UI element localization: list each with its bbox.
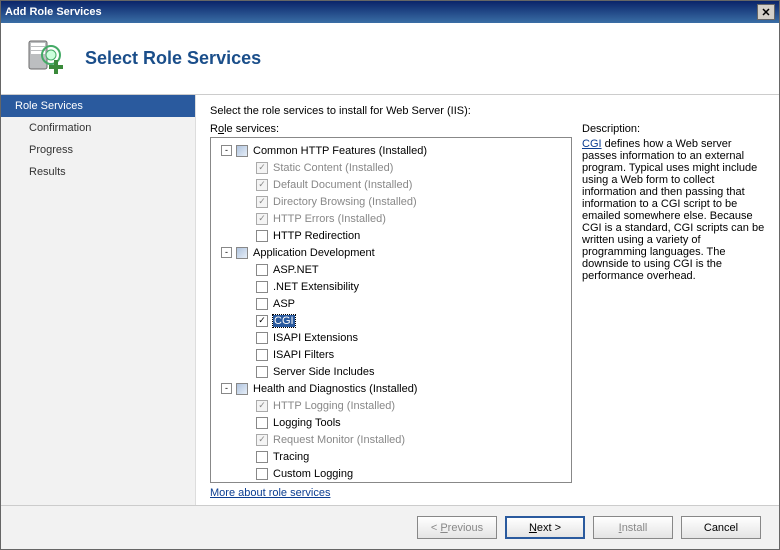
tree-node-label: Tracing [273, 451, 309, 463]
wizard-footer: < Previous Next > Install Cancel [1, 505, 779, 549]
title-bar: Add Role Services ✕ [1, 1, 779, 23]
tree-label: Role services: [210, 123, 572, 135]
cancel-button[interactable]: Cancel [681, 516, 761, 539]
tree-node-label: HTTP Errors (Installed) [273, 213, 386, 225]
tree-node[interactable]: ISAPI Extensions [213, 329, 569, 346]
tree-node-label: ASP.NET [273, 264, 319, 276]
tree-node-label: .NET Extensibility [273, 281, 359, 293]
checkbox[interactable] [236, 145, 248, 157]
previous-button: < Previous [417, 516, 497, 539]
checkbox [256, 434, 268, 446]
tree-node-label: ISAPI Extensions [273, 332, 358, 344]
tree-panel: Role services: - Common HTTP Features (In… [210, 123, 572, 499]
sidebar-item-progress[interactable]: Progress [1, 139, 195, 161]
role-services-tree[interactable]: - Common HTTP Features (Installed) Static … [210, 137, 572, 483]
tree-node-label: Default Document (Installed) [273, 179, 412, 191]
tree-node-label: Custom Logging [273, 468, 353, 480]
tree-node-label: Application Development [253, 247, 375, 259]
sidebar-item-role-services[interactable]: Role Services [1, 95, 195, 117]
checkbox[interactable] [256, 349, 268, 361]
tree-node[interactable]: Server Side Includes [213, 363, 569, 380]
checkbox[interactable] [256, 417, 268, 429]
tree-node-label: Logging Tools [273, 417, 341, 429]
install-button: Install [593, 516, 673, 539]
tree-node-label: Static Content (Installed) [273, 162, 393, 174]
tree-node-label: ASP [273, 298, 295, 310]
close-button[interactable]: ✕ [757, 4, 775, 20]
page-title: Select Role Services [85, 48, 261, 69]
more-about-link[interactable]: More about role services [210, 487, 572, 499]
server-role-icon [21, 35, 69, 83]
tree-node-label: HTTP Redirection [273, 230, 360, 242]
header: Select Role Services [1, 23, 779, 95]
checkbox[interactable] [256, 281, 268, 293]
tree-node-label: Server Side Includes [273, 366, 375, 378]
tree-node[interactable]: Tracing [213, 448, 569, 465]
collapse-icon[interactable]: - [221, 383, 232, 394]
tree-node-label: Directory Browsing (Installed) [273, 196, 417, 208]
tree-node[interactable]: - Health and Diagnostics (Installed) [213, 380, 569, 397]
sidebar-item-confirmation[interactable]: Confirmation [1, 117, 195, 139]
tree-node-label: Request Monitor (Installed) [273, 434, 405, 446]
tree-node[interactable]: ODBC Logging [213, 482, 569, 483]
tree-node[interactable]: HTTP Errors (Installed) [213, 210, 569, 227]
checkbox[interactable] [256, 298, 268, 310]
tree-node[interactable]: HTTP Redirection [213, 227, 569, 244]
instruction-text: Select the role services to install for … [210, 105, 765, 117]
description-title: Description: [582, 123, 765, 135]
tree-node-label: CGI [273, 315, 295, 327]
checkbox [256, 213, 268, 225]
checkbox[interactable] [256, 230, 268, 242]
content-area: Select the role services to install for … [196, 95, 779, 505]
collapse-icon[interactable]: - [221, 145, 232, 156]
checkbox [256, 400, 268, 412]
panels: Role services: - Common HTTP Features (In… [210, 123, 765, 499]
next-button[interactable]: Next > [505, 516, 585, 539]
tree-node[interactable]: - Application Development [213, 244, 569, 261]
checkbox[interactable] [256, 366, 268, 378]
checkbox[interactable] [256, 332, 268, 344]
window-title: Add Role Services [5, 6, 757, 18]
checkbox[interactable] [256, 468, 268, 480]
checkbox[interactable] [256, 264, 268, 276]
tree-node[interactable]: CGI [213, 312, 569, 329]
tree-node-label: Common HTTP Features (Installed) [253, 145, 427, 157]
checkbox[interactable] [256, 315, 268, 327]
description-text: CGI defines how a Web server passes info… [582, 138, 765, 282]
checkbox[interactable] [236, 383, 248, 395]
checkbox [256, 179, 268, 191]
tree-node-label: ISAPI Filters [273, 349, 334, 361]
tree-node[interactable]: ISAPI Filters [213, 346, 569, 363]
sidebar-item-results[interactable]: Results [1, 161, 195, 183]
checkbox[interactable] [256, 451, 268, 463]
tree-node[interactable]: .NET Extensibility [213, 278, 569, 295]
collapse-icon[interactable]: - [221, 247, 232, 258]
close-icon: ✕ [761, 6, 770, 19]
tree-node[interactable]: Directory Browsing (Installed) [213, 193, 569, 210]
description-body: defines how a Web server passes informat… [582, 138, 764, 282]
description-panel: Description: CGI defines how a Web serve… [582, 123, 765, 499]
body: Role Services Confirmation Progress Resu… [1, 95, 779, 505]
description-link[interactable]: CGI [582, 138, 602, 150]
tree-node-label: Health and Diagnostics (Installed) [253, 383, 417, 395]
tree-node-label: HTTP Logging (Installed) [273, 400, 395, 412]
tree-node[interactable]: Default Document (Installed) [213, 176, 569, 193]
tree-node[interactable]: Request Monitor (Installed) [213, 431, 569, 448]
tree-node[interactable]: - Common HTTP Features (Installed) [213, 142, 569, 159]
checkbox [256, 196, 268, 208]
tree-node[interactable]: ASP [213, 295, 569, 312]
wizard-sidebar: Role Services Confirmation Progress Resu… [1, 95, 196, 505]
tree-node[interactable]: Logging Tools [213, 414, 569, 431]
tree-node[interactable]: Static Content (Installed) [213, 159, 569, 176]
tree-node[interactable]: Custom Logging [213, 465, 569, 482]
tree-node[interactable]: ASP.NET [213, 261, 569, 278]
tree-node[interactable]: HTTP Logging (Installed) [213, 397, 569, 414]
checkbox[interactable] [236, 247, 248, 259]
checkbox [256, 162, 268, 174]
